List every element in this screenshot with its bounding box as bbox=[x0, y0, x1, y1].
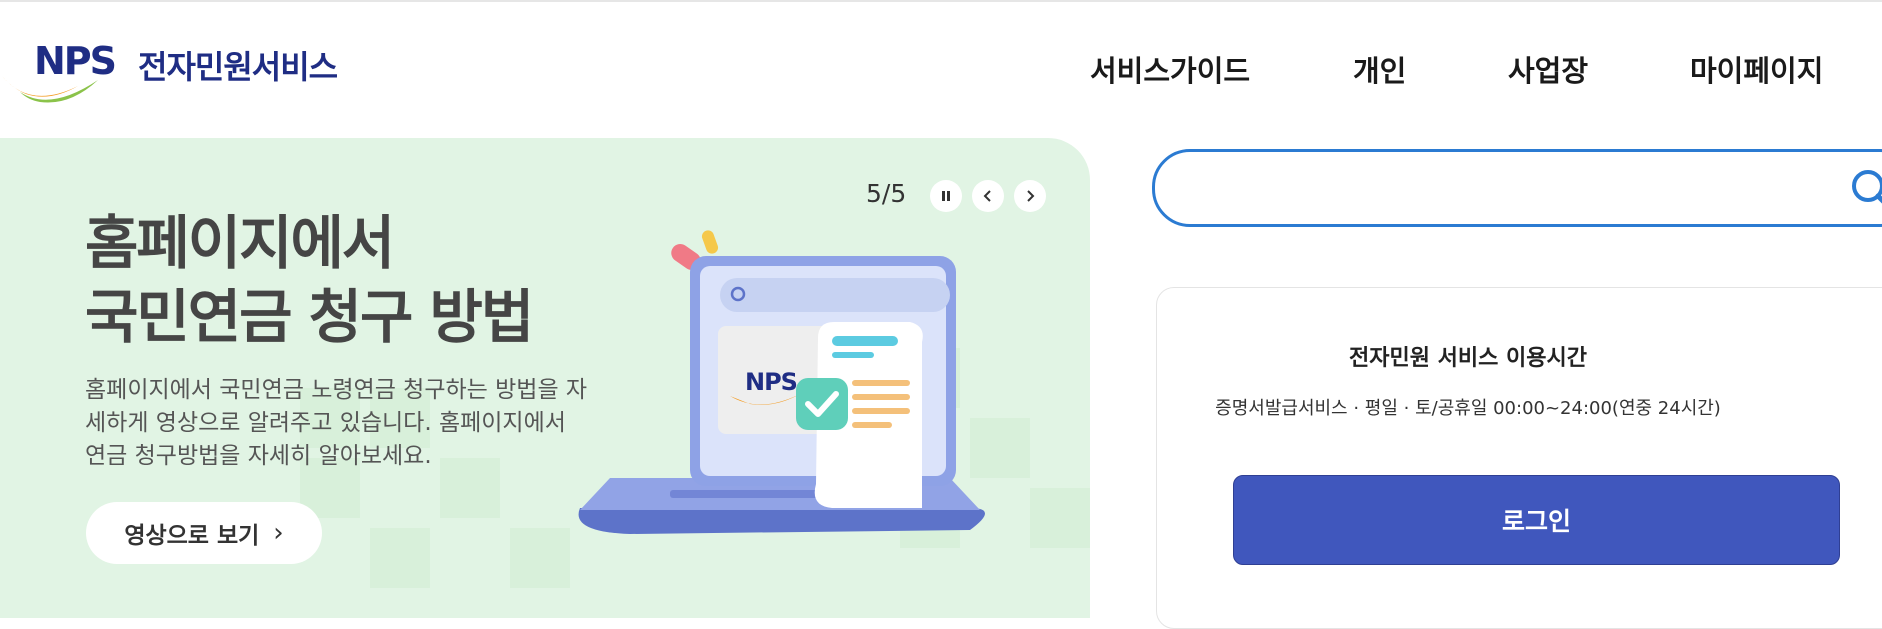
banner-title: 홈페이지에서 국민연금 청구 방법 bbox=[85, 209, 534, 351]
chevron-left-icon bbox=[983, 190, 991, 202]
promo-banner: 홈페이지에서 국민연금 청구 방법 홈페이지에서 국민연금 노령연금 청구하는 … bbox=[0, 138, 1090, 618]
illustration-logo: NPS bbox=[745, 368, 797, 396]
laptop-illustration: NPS bbox=[578, 230, 985, 534]
banner-description: 홈페이지에서 국민연금 노령연금 청구하는 방법을 자세하게 영상으로 알려주고… bbox=[85, 377, 588, 469]
svg-text:NPS: NPS bbox=[34, 40, 115, 83]
nav-item-mypage[interactable]: 마이페이지 bbox=[1690, 48, 1823, 90]
pause-icon bbox=[942, 191, 950, 201]
watch-video-button[interactable]: 영상으로 보기 › bbox=[86, 502, 322, 564]
search-icon[interactable] bbox=[1848, 166, 1882, 216]
pause-button[interactable] bbox=[930, 180, 962, 212]
service-hours-card: 전자민원 서비스 이용시간 증명서발급서비스 · 평일 · 토/공휴일 00:0… bbox=[1156, 287, 1882, 629]
search-input[interactable] bbox=[1185, 168, 1789, 206]
service-name: 전자민원서비스 bbox=[138, 48, 338, 86]
slide-counter: 5/5 bbox=[866, 179, 907, 208]
prev-slide-button[interactable] bbox=[972, 180, 1004, 212]
service-hours-title: 전자민원 서비스 이용시간 bbox=[1349, 346, 1587, 371]
chevron-right-icon bbox=[1027, 190, 1035, 202]
watch-video-label: 영상으로 보기 bbox=[124, 523, 260, 549]
top-border bbox=[0, 0, 1882, 2]
nav-item-personal[interactable]: 개인 bbox=[1353, 48, 1406, 90]
nav-item-business[interactable]: 사업장 bbox=[1508, 48, 1588, 90]
chevron-right-icon: › bbox=[273, 518, 284, 548]
login-button[interactable]: 로그인 bbox=[1233, 475, 1840, 565]
service-hours-detail: 증명서발급서비스 · 평일 · 토/공휴일 00:00~24:00(연중 24시… bbox=[1215, 398, 1721, 419]
main-nav: 서비스가이드 개인 사업장 마이페이지 bbox=[1090, 48, 1882, 92]
nps-logo-mark: NPS bbox=[2, 40, 117, 103]
next-slide-button[interactable] bbox=[1014, 180, 1046, 212]
search-bar bbox=[1152, 149, 1882, 227]
nav-item-service-guide[interactable]: 서비스가이드 bbox=[1090, 48, 1250, 90]
site-logo[interactable]: NPS 전자민원서비스 bbox=[0, 40, 345, 110]
